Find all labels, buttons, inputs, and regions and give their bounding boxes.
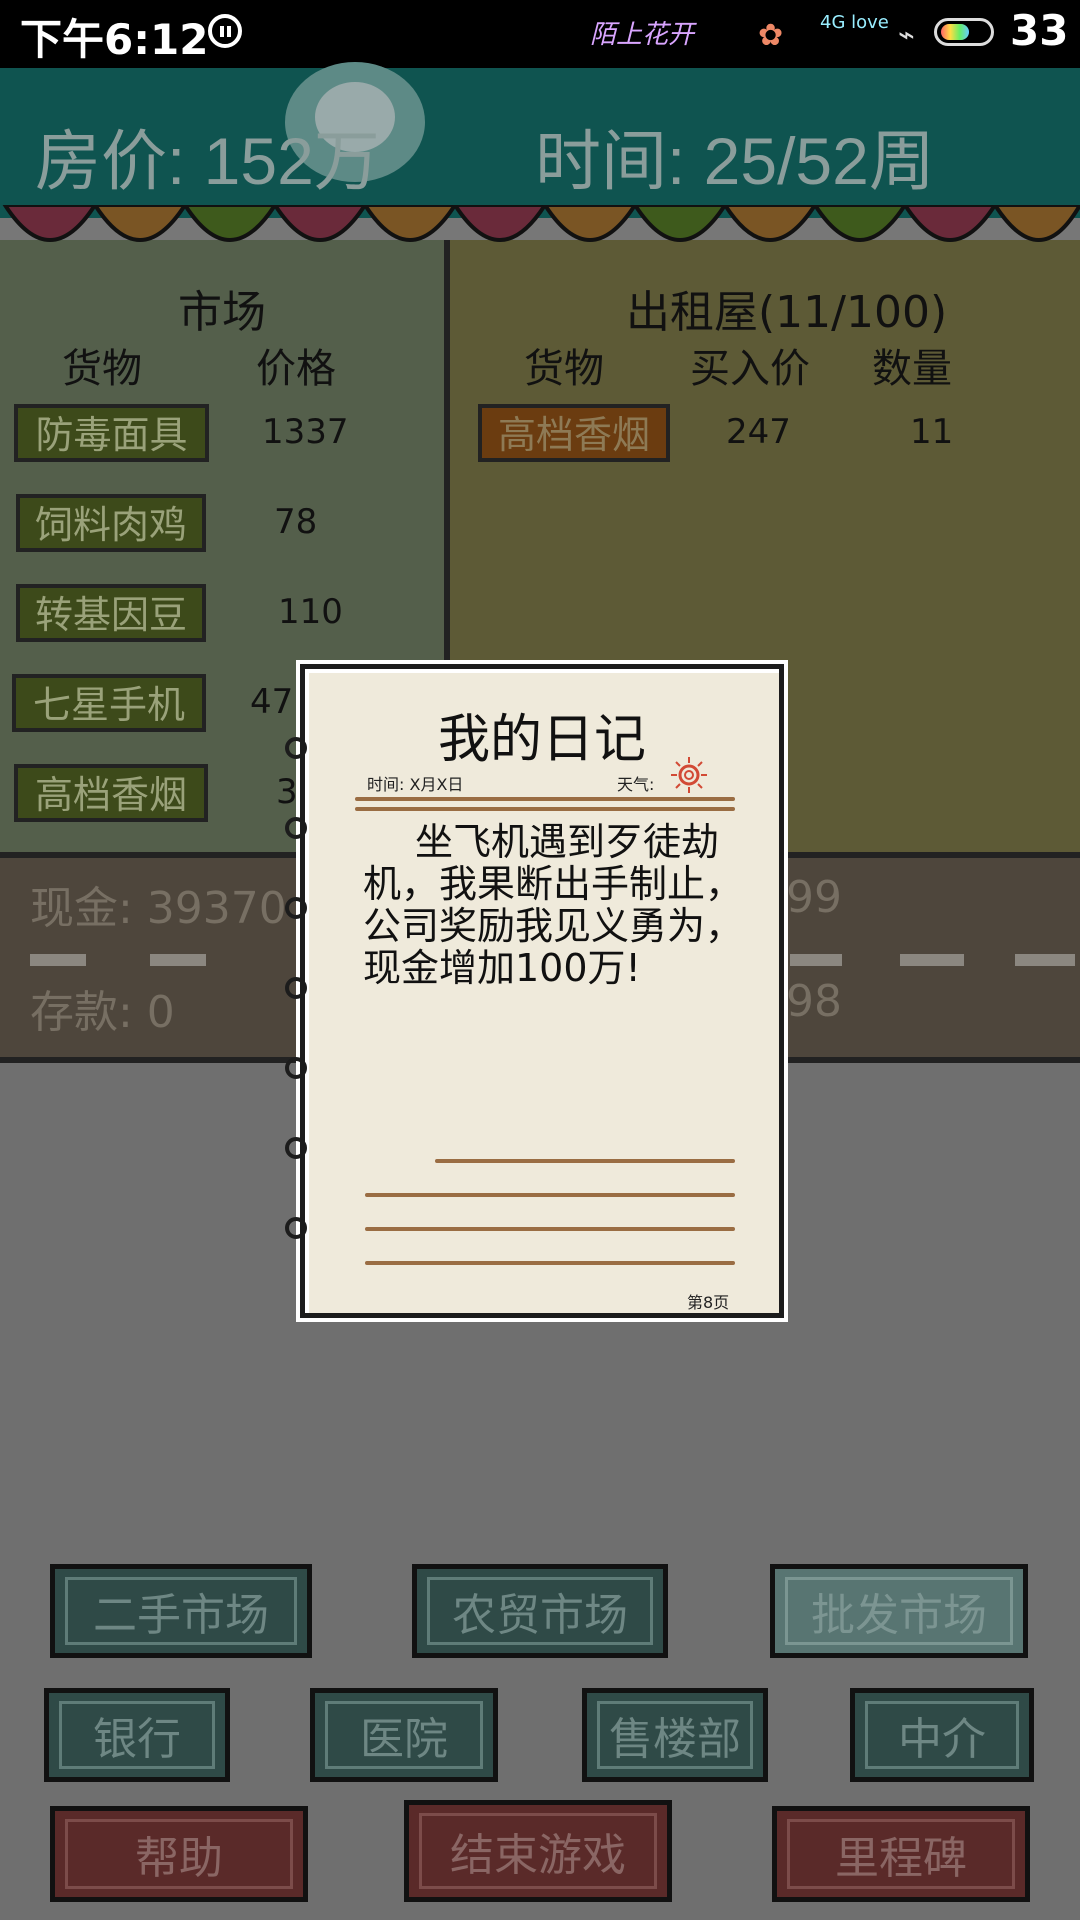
hospital-button[interactable]: 医院: [310, 1688, 498, 1782]
road-dash: [30, 954, 86, 966]
diary-text: 坐飞机遇到歹徒劫机，我果断出手制止，公司奖励我见义勇为，现金增加100万!: [363, 820, 744, 990]
flower-icon: ✿: [758, 18, 784, 53]
cash-amount: 现金: 39370: [30, 883, 287, 934]
button-label: 帮助: [135, 1833, 223, 1884]
market-item-button[interactable]: 高档香烟: [14, 764, 208, 822]
week-counter: 时间: 25/52周: [535, 124, 935, 198]
sales-office-button[interactable]: 售楼部: [582, 1688, 768, 1782]
deposit-amount: 存款: 0: [30, 987, 175, 1038]
wholesale-market-button[interactable]: 批发市场: [770, 1564, 1028, 1658]
milestone-button[interactable]: 里程碑: [772, 1806, 1030, 1902]
market-item-button[interactable]: 七星手机: [12, 674, 206, 732]
second-hand-market-button[interactable]: 二手市场: [50, 1564, 312, 1658]
rental-title: 出租屋(11/100): [626, 287, 948, 338]
diary-rule: [365, 1261, 735, 1265]
market-item-button[interactable]: 防毒面具: [14, 404, 209, 462]
market-item-button[interactable]: 转基因豆: [16, 584, 206, 642]
network-indicator: 4G love: [820, 12, 889, 33]
binder-ring-icon: [285, 737, 307, 759]
button-label: 批发市场: [811, 1590, 987, 1641]
diary-date: 时间: X月X日: [367, 775, 464, 794]
charging-icon: ⌁: [898, 18, 915, 51]
binder-ring-icon: [285, 817, 307, 839]
market-item-button[interactable]: 饲料肉鸡: [16, 494, 206, 552]
button-label: 银行: [93, 1714, 181, 1765]
button-label: 里程碑: [835, 1833, 967, 1884]
rental-item-button[interactable]: 高档香烟: [478, 404, 670, 462]
button-label: 售楼部: [609, 1714, 741, 1765]
market-item-price: 47: [250, 682, 294, 722]
sun-icon: [671, 757, 707, 793]
button-label: 医院: [360, 1714, 448, 1765]
pause-icon: [208, 14, 242, 48]
battery-level: 33: [1010, 6, 1069, 55]
button-label: 中介: [898, 1714, 986, 1765]
header-bar: 房价: 152万 时间: 25/52周: [0, 62, 1080, 218]
rental-col-qty: 数量: [872, 346, 952, 392]
diary-rule: [355, 797, 735, 801]
binder-ring-icon: [285, 1217, 307, 1239]
market-item-price: 1337: [262, 412, 349, 452]
binder-ring-icon: [285, 977, 307, 999]
agent-button[interactable]: 中介: [850, 1688, 1034, 1782]
battery-icon: [934, 18, 994, 46]
diary-rule: [435, 1159, 735, 1163]
rental-col-buy: 买入价: [690, 346, 810, 392]
road-dash: [1015, 954, 1075, 966]
market-item-price: 78: [274, 502, 318, 542]
diary-popup[interactable]: 我的日记 时间: X月X日 天气: 坐飞机遇到歹徒劫机，我果断出手制止，公司奖励…: [285, 664, 784, 1318]
diary-rule: [365, 1227, 735, 1231]
button-label: 结束游戏: [450, 1830, 626, 1881]
market-item-price: 110: [278, 592, 343, 632]
market-col-price: 价格: [256, 346, 336, 392]
button-label: 农贸市场: [452, 1590, 628, 1641]
carrier-art: 陌上花开: [590, 20, 695, 50]
rental-item-qty: 11: [910, 412, 954, 452]
binder-ring-icon: [285, 897, 307, 919]
market-col-goods: 货物: [62, 346, 142, 392]
status-bar: 下午6:12 陌上花开 ✿ 4G love ⌁ 33: [0, 0, 1080, 68]
diary-rule: [365, 1193, 735, 1197]
road-dash: [150, 954, 206, 966]
farm-market-button[interactable]: 农贸市场: [412, 1564, 668, 1658]
finance-right-bottom: 98: [786, 976, 842, 1027]
rental-item-buy-price: 247: [726, 412, 791, 452]
binder-ring-icon: [285, 1057, 307, 1079]
rental-col-goods: 货物: [524, 346, 604, 392]
house-price: 房价: 152万: [35, 124, 380, 198]
market-title: 市场: [178, 287, 266, 338]
diary-weather-label: 天气:: [617, 775, 655, 794]
button-label: 二手市场: [93, 1590, 269, 1641]
road-dash: [790, 954, 842, 966]
end-game-button[interactable]: 结束游戏: [404, 1800, 672, 1902]
diary-page-number: 第8页: [687, 1293, 730, 1312]
clock: 下午6:12: [20, 15, 209, 64]
road-dash: [900, 954, 964, 966]
help-button[interactable]: 帮助: [50, 1806, 308, 1902]
finance-right-top: 99: [786, 872, 842, 923]
market-item-price: 3: [276, 772, 298, 812]
binder-ring-icon: [285, 1137, 307, 1159]
awning-decoration: [2, 205, 1080, 242]
diary-rule: [355, 807, 735, 811]
bank-button[interactable]: 银行: [44, 1688, 230, 1782]
